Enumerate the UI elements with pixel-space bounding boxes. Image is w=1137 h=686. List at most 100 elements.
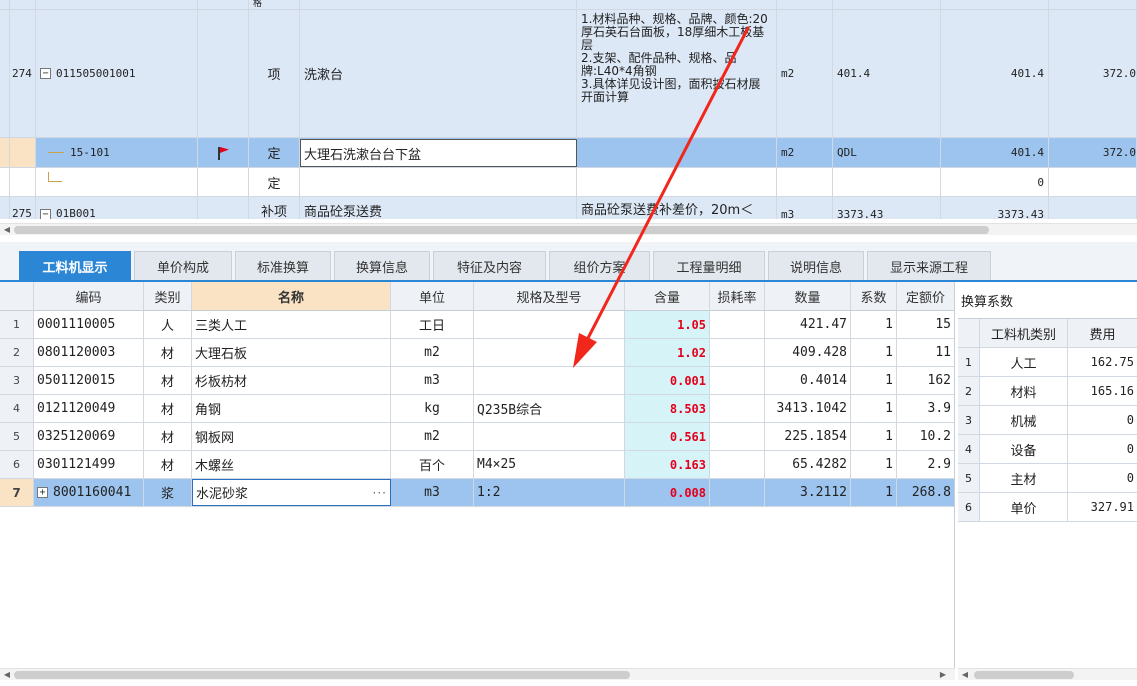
expr-cell[interactable]: QDL <box>833 138 941 167</box>
content-cell[interactable]: 1.05 <box>625 311 710 338</box>
table-row[interactable]: 1 0001110005 人 三类人工 工日 1.05 421.47 1 15 <box>0 311 954 339</box>
collapse-icon[interactable]: − <box>40 68 51 79</box>
loss-rate-cell[interactable] <box>710 367 765 394</box>
table-row[interactable]: 6 0301121499 材 木螺丝 百个 M4×25 0.163 65.4282 1 2.9 <box>0 451 954 479</box>
name-cell[interactable]: 洗漱台 <box>300 10 577 137</box>
name-cell[interactable]: 水泥砂浆 ··· <box>192 479 391 506</box>
panel-horizontal-scrollbar[interactable]: ◀ <box>958 668 1137 680</box>
col-header-fee[interactable]: 费用 <box>1068 319 1137 347</box>
col-header-category[interactable]: 工料机类别 <box>980 319 1068 347</box>
content-cell[interactable]: 0.001 <box>625 367 710 394</box>
spec-cell[interactable] <box>474 339 625 366</box>
content-cell[interactable]: 0.008 <box>625 479 710 506</box>
more-options-icon[interactable]: ··· <box>373 486 387 500</box>
coefficient-header-row: 工料机类别 费用 <box>958 319 1137 348</box>
scroll-right-arrow-icon[interactable]: ▶ <box>938 668 948 680</box>
spec-cell[interactable]: M4×25 <box>474 451 625 478</box>
fee-cell[interactable]: 0 <box>1068 464 1137 492</box>
name-cell[interactable]: 角钢 <box>192 395 391 422</box>
col-header-code[interactable]: 编码 <box>34 282 144 311</box>
table-row[interactable]: 4 0121120049 材 角钢 kg Q235B综合 8.503 3413.1042 1 3.… <box>0 395 954 423</box>
tree-line <box>48 172 62 182</box>
spec-cell[interactable]: 1:2 <box>474 479 625 506</box>
fee-cell[interactable]: 0 <box>1068 435 1137 463</box>
coefficient-row[interactable]: 3 机械 0 <box>958 406 1137 435</box>
expr-cell[interactable]: 3373.43 <box>833 197 941 219</box>
tab-conversion-info[interactable]: 换算信息 <box>334 251 430 280</box>
loss-rate-cell[interactable] <box>710 423 765 450</box>
name-cell[interactable]: 钢板网 <box>192 423 391 450</box>
coefficient-row[interactable]: 2 材料 165.16 <box>958 377 1137 406</box>
loss-rate-cell[interactable] <box>710 451 765 478</box>
scroll-left-arrow-icon[interactable]: ◀ <box>2 668 12 680</box>
fee-cell[interactable]: 162.75 <box>1068 348 1137 376</box>
name-cell[interactable]: 大理石板 <box>192 339 391 366</box>
loss-rate-cell[interactable] <box>710 395 765 422</box>
table-row[interactable]: 2 0801120003 材大理石板 m2 1.02 409.428 1 11 <box>0 339 954 367</box>
table-row[interactable]: 5 0325120069 材 钢板网 m2 0.561 225.1854 1 10.2 <box>0 423 954 451</box>
table-row[interactable]: 3 0501120015 材 杉板枋材 m3 0.001 0.4014 1 162 <box>0 367 954 395</box>
expr-cell[interactable]: 401.4 <box>833 10 941 137</box>
scroll-left-arrow-icon[interactable]: ◀ <box>2 223 12 235</box>
desc-cell[interactable]: 1.材料品种、规格、品牌、颜色:20厚石英石台面板，18厚细木工板基层 2.支架… <box>577 10 777 137</box>
col-header-name[interactable]: 名称 <box>192 282 391 311</box>
tab-description-info[interactable]: 说明信息 <box>768 251 864 280</box>
name-cell[interactable]: 杉板枋材 <box>192 367 391 394</box>
table-row[interactable]: 274 − 011505001001 项 洗漱台 1.材料品种、规格、品牌、颜色… <box>0 10 1137 138</box>
loss-rate-cell[interactable] <box>710 479 765 506</box>
col-header-loss-rate[interactable]: 损耗率 <box>710 282 765 311</box>
coefficient-row[interactable]: 1 人工 162.75 <box>958 348 1137 377</box>
col-header-unit[interactable]: 单位 <box>391 282 474 311</box>
fee-cell[interactable]: 327.91 <box>1068 493 1137 521</box>
loss-rate-cell[interactable] <box>710 311 765 338</box>
tab-labor-material-machine[interactable]: 工料机显示 <box>19 251 131 280</box>
col-header-quota-price[interactable]: 定额价 <box>897 282 954 311</box>
loss-rate-cell[interactable] <box>710 339 765 366</box>
scroll-left-arrow-icon[interactable]: ◀ <box>960 668 970 680</box>
col-header-spec[interactable]: 规格及型号 <box>474 282 625 311</box>
coefficient-row[interactable]: 4 设备 0 <box>958 435 1137 464</box>
flag-cell[interactable] <box>198 138 249 167</box>
fee-cell[interactable]: 0 <box>1068 406 1137 434</box>
table-row[interactable]: 定 0 <box>0 168 1137 197</box>
coefficient-row[interactable]: 5 主材 0 <box>958 464 1137 493</box>
name-text: 水泥砂浆 <box>196 487 249 502</box>
no-text: 3 <box>13 374 20 387</box>
scrollbar-thumb[interactable] <box>14 226 989 234</box>
content-cell[interactable]: 0.561 <box>625 423 710 450</box>
content-cell[interactable]: 0.163 <box>625 451 710 478</box>
scrollbar-thumb[interactable] <box>14 671 630 679</box>
spec-cell[interactable] <box>474 311 625 338</box>
name-cell[interactable]: 商品砼泵送费 <box>300 197 577 219</box>
table-row-selected[interactable]: 7 +8001160041 浆 水泥砂浆 ··· m3 1:2 0.008 3.2112 1 268… <box>0 479 954 507</box>
coefficient-row[interactable]: 6 单价 327.91 <box>958 493 1137 522</box>
collapse-icon[interactable]: − <box>40 209 51 219</box>
price-text: 268.8 <box>911 485 951 500</box>
scrollbar-thumb[interactable] <box>974 671 1074 679</box>
spec-cell[interactable]: Q235B综合 <box>474 395 625 422</box>
tab-quantity-details[interactable]: 工程量明细 <box>653 251 765 280</box>
tab-unit-price-composition[interactable]: 单价构成 <box>134 251 232 280</box>
col-header-category[interactable]: 类别 <box>144 282 192 311</box>
name-edit-input[interactable]: 大理石洗漱台台下盆 <box>300 139 577 167</box>
fee-cell[interactable]: 165.16 <box>1068 377 1137 405</box>
table-row[interactable]: 格 <box>0 0 1137 10</box>
top-horizontal-scrollbar[interactable]: ◀ <box>0 223 1137 235</box>
spec-cell[interactable] <box>474 367 625 394</box>
table-row[interactable]: 275 − 01B001 补项 商品砼泵送费 商品砼泵送费补差价，20m＜ m3… <box>0 197 1137 219</box>
tab-features-content[interactable]: 特征及内容 <box>433 251 546 280</box>
tab-standard-conversion[interactable]: 标准换算 <box>235 251 331 280</box>
desc-cell[interactable]: 商品砼泵送费补差价，20m＜ <box>577 197 777 219</box>
tab-pricing-scheme[interactable]: 组价方案 <box>549 251 650 280</box>
content-cell[interactable]: 1.02 <box>625 339 710 366</box>
col-header-coefficient[interactable]: 系数 <box>851 282 897 311</box>
tab-source-project[interactable]: 显示来源工程 <box>867 251 991 280</box>
spec-cell[interactable] <box>474 423 625 450</box>
content-cell[interactable]: 8.503 <box>625 395 710 422</box>
name-cell[interactable]: 木螺丝 <box>192 451 391 478</box>
bottom-horizontal-scrollbar[interactable]: ◀ ▶ <box>0 668 955 680</box>
col-header-quantity[interactable]: 数量 <box>765 282 851 311</box>
expand-icon[interactable]: + <box>37 487 48 498</box>
name-cell[interactable]: 三类人工 <box>192 311 391 338</box>
col-header-content[interactable]: 含量 <box>625 282 710 311</box>
